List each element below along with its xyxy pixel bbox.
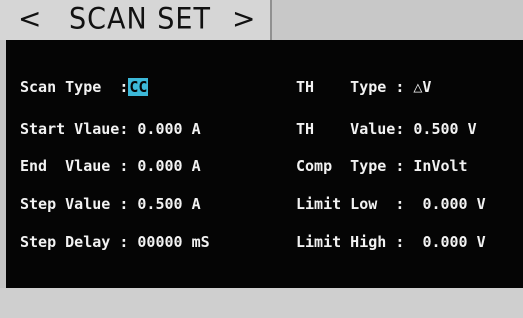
th-value-field[interactable]: 0.500 V: [413, 120, 476, 138]
start-value-label: Start Vlaue:: [20, 120, 138, 138]
limit-high-field[interactable]: 0.000 V: [422, 233, 485, 251]
comp-type-row: Comp Type : InVolt: [296, 156, 468, 176]
next-page-button[interactable]: >: [232, 2, 255, 36]
th-type-field[interactable]: △V: [413, 78, 431, 96]
step-value-row: Step Value : 0.500 A: [20, 194, 201, 214]
comp-type-label: Comp Type :: [296, 157, 414, 175]
step-value-label: Step Value :: [20, 195, 138, 213]
start-value-field[interactable]: 0.000 A: [137, 120, 200, 138]
limit-low-field[interactable]: 0.000 V: [422, 195, 485, 213]
scan-set-screen: < SCAN SET > Scan Type :CC Start Vlaue: …: [0, 0, 523, 318]
prev-page-button[interactable]: <: [18, 2, 41, 36]
comp-type-field[interactable]: InVolt: [413, 157, 467, 175]
limit-low-row: Limit Low : 0.000 V: [296, 194, 486, 214]
page-tab: < SCAN SET >: [0, 0, 272, 40]
limit-high-row: Limit High : 0.000 V: [296, 232, 486, 252]
scan-type-label: Scan Type :: [20, 78, 129, 96]
step-delay-row: Step Delay : 00000 mS: [20, 232, 210, 252]
softkey-bar: [0, 288, 523, 318]
th-type-label: TH Type :: [296, 78, 414, 96]
th-type-row: TH Type : △V: [296, 77, 431, 97]
step-value-field[interactable]: 0.500 A: [137, 195, 200, 213]
limit-high-label: Limit High :: [296, 233, 423, 251]
end-value-field[interactable]: 0.000 A: [137, 157, 200, 175]
header-bar: < SCAN SET >: [0, 0, 523, 40]
th-value-row: TH Value: 0.500 V: [296, 119, 477, 139]
scan-type-field[interactable]: CC: [128, 78, 149, 96]
page-title: SCAN SET: [69, 2, 211, 37]
step-delay-label: Step Delay :: [20, 233, 138, 251]
limit-low-label: Limit Low :: [296, 195, 423, 213]
start-value-row: Start Vlaue: 0.000 A: [20, 119, 201, 139]
scan-type-row: Scan Type :CC: [20, 77, 149, 97]
settings-panel: Scan Type :CC Start Vlaue: 0.000 A End V…: [6, 40, 523, 288]
th-value-label: TH Value:: [296, 120, 414, 138]
end-value-row: End Vlaue : 0.000 A: [20, 156, 201, 176]
end-value-label: End Vlaue :: [20, 157, 138, 175]
step-delay-field[interactable]: 00000 mS: [137, 233, 209, 251]
